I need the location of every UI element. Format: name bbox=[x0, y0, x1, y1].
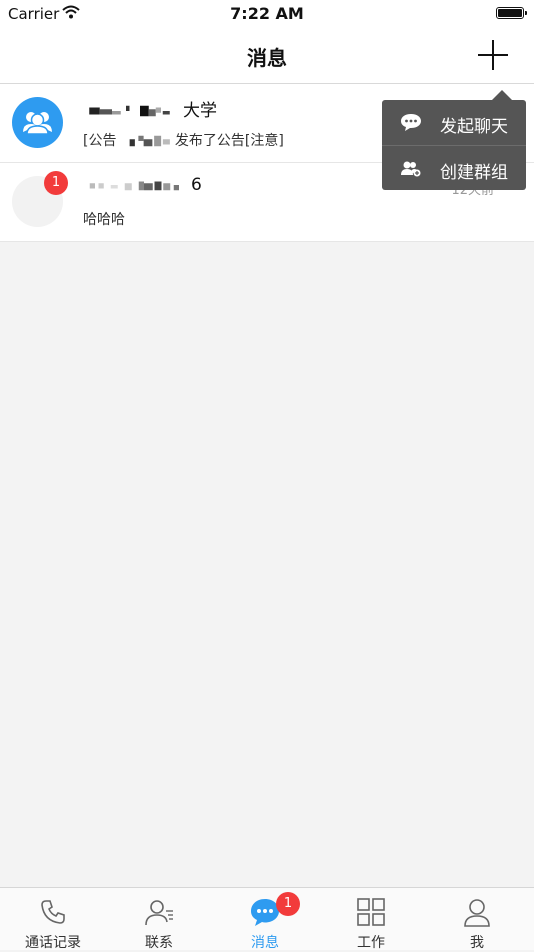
popover-arrow bbox=[492, 90, 512, 100]
navigation-bar: 消息 bbox=[0, 28, 534, 84]
start-chat-menu-item[interactable]: 发起聊天 bbox=[382, 100, 526, 145]
conversation-name: 6 bbox=[83, 175, 202, 195]
chat-bubble-icon bbox=[401, 114, 421, 131]
tab-label: 工作 bbox=[357, 935, 385, 951]
create-group-icon bbox=[401, 161, 421, 177]
conversation-preview: 哈哈哈 bbox=[83, 212, 125, 228]
conversation-name-text: 6 bbox=[191, 175, 202, 195]
tab-badge: 1 bbox=[276, 892, 300, 916]
conversation-name: 大学 bbox=[83, 96, 217, 121]
tab-contacts[interactable]: 联系 bbox=[106, 888, 212, 951]
tab-me[interactable]: 我 bbox=[424, 888, 530, 951]
redacted-preview-block bbox=[129, 135, 170, 147]
tab-call-log[interactable]: 通话记录 bbox=[0, 888, 106, 951]
create-group-label: 创建群组 bbox=[440, 163, 508, 183]
tab-bar: 通话记录 联系 1 消息 工作 我 bbox=[0, 887, 534, 951]
tab-label: 我 bbox=[470, 935, 484, 951]
group-icon bbox=[23, 112, 52, 135]
battery-icon bbox=[496, 7, 527, 19]
tab-label: 通话记录 bbox=[25, 935, 81, 951]
preview-prefix: [公告 bbox=[83, 133, 117, 149]
tab-work[interactable]: 工作 bbox=[318, 888, 424, 951]
status-time: 7:22 AM bbox=[230, 4, 304, 23]
start-chat-label: 发起聊天 bbox=[440, 117, 508, 137]
tab-label: 消息 bbox=[251, 935, 279, 951]
contacts-icon bbox=[145, 900, 173, 926]
phone-icon bbox=[41, 900, 65, 924]
group-avatar bbox=[12, 97, 63, 148]
status-bar: Carrier 7:22 AM bbox=[0, 0, 534, 28]
preview-suffix: 发布了公告[注意] bbox=[174, 133, 284, 149]
page-title: 消息 bbox=[247, 46, 287, 70]
add-menu-popover: 发起聊天 创建群组 bbox=[382, 90, 526, 191]
conversation-name-text: 大学 bbox=[183, 101, 217, 121]
redacted-name-block bbox=[89, 105, 170, 117]
tab-messages[interactable]: 1 消息 bbox=[212, 888, 318, 951]
redacted-name-block bbox=[89, 181, 179, 191]
grid-icon bbox=[357, 898, 385, 926]
unread-badge: 1 bbox=[44, 171, 68, 195]
create-group-menu-item[interactable]: 创建群组 bbox=[382, 145, 526, 191]
plus-icon[interactable] bbox=[476, 38, 510, 72]
tab-label: 联系 bbox=[145, 935, 173, 951]
person-icon bbox=[464, 899, 490, 927]
conversation-preview: [公告 发布了公告[注意] bbox=[83, 130, 284, 150]
